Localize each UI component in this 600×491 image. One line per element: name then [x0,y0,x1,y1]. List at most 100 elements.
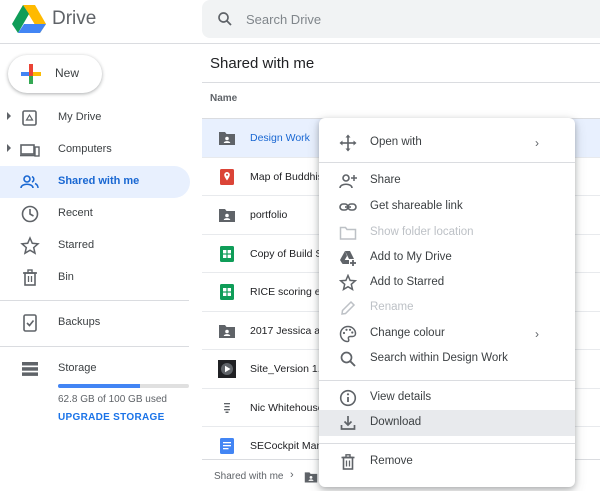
menu-item-label: Show folder location [370,226,474,238]
doc-icon [220,438,234,455]
open-with-icon [339,134,357,152]
app-name: Drive [52,8,97,29]
file-name: RICE scoring ex [250,286,320,299]
menu-item-label: View details [370,391,432,403]
search-icon [340,351,356,367]
shared-folder-icon [219,324,235,338]
menu-item-change-colour[interactable]: Change colour › [319,321,575,347]
share-person-icon [339,174,357,189]
file-name: 2017 Jessica a [250,324,320,337]
sidebar-item-shared-with-me[interactable]: Shared with me [0,166,190,198]
sidebar-item-backups[interactable]: Backups [0,307,190,339]
pencil-icon [341,300,356,315]
sheet-icon [220,284,234,301]
context-menu: Open with › Share Get shareable link Sho… [319,118,575,487]
new-button-label: New [55,66,80,80]
file-icon [224,402,230,413]
breadcrumb-root[interactable]: Shared with me [214,471,283,482]
menu-item-download[interactable]: Download [319,410,575,436]
backups-icon [23,314,37,332]
menu-item-label: Add to My Drive [370,251,452,263]
page-title: Shared with me [210,55,315,72]
sidebar-item-bin[interactable]: Bin [0,262,190,294]
menu-item-view-details[interactable]: View details [319,385,575,411]
top-bar: Drive [0,0,600,44]
menu-item-label: Add to Starred [370,276,445,288]
menu-item-label: Search within Design Work [370,352,508,364]
menu-separator [319,443,575,444]
shared-folder-icon[interactable] [304,470,318,484]
clock-icon [21,205,39,223]
file-name: Map of Buddhis [250,170,320,183]
upgrade-storage-link[interactable]: UPGRADE STORAGE [58,412,165,423]
info-icon [339,389,357,407]
menu-item-label: Remove [370,455,413,467]
storage-usage-text: 62.8 GB of 100 GB used [58,394,167,405]
sidebar-item-label: Backups [58,316,101,328]
menu-item-label: Change colour [370,327,445,339]
expand-arrow-icon[interactable] [7,112,11,120]
menu-item-label: Get shareable link [370,200,463,212]
menu-item-get-shareable-link[interactable]: Get shareable link [319,194,575,220]
menu-item-label: Open with [370,136,422,148]
search-icon[interactable] [216,10,234,28]
file-name: Design Work [250,132,310,145]
add-to-drive-icon [340,251,356,266]
new-button[interactable]: New [8,55,102,93]
shared-with-me-icon [20,175,39,189]
column-header-name[interactable]: Name [210,93,237,104]
file-name: Site_Version 1. [250,363,320,376]
sidebar-item-starred[interactable]: Starred [0,230,190,262]
sidebar-item-recent[interactable]: Recent [0,198,190,230]
drive-logo-icon[interactable] [12,4,46,34]
palette-icon [339,325,357,343]
link-icon [339,203,357,211]
video-icon [218,360,236,379]
sidebar-item-label: Bin [58,271,74,283]
menu-separator [319,162,575,163]
expand-arrow-icon[interactable] [7,144,11,152]
menu-item-add-to-starred[interactable]: Add to Starred [319,270,575,296]
storage-usage-fill [58,384,141,388]
shared-folder-icon [219,132,235,146]
my-drive-icon [22,110,37,126]
computers-icon [20,144,40,157]
submenu-arrow-icon: › [535,136,539,150]
sidebar-item-storage[interactable]: Storage [0,353,190,385]
sidebar-item-label: My Drive [58,111,102,123]
map-icon [220,168,234,185]
submenu-arrow-icon: › [535,327,539,341]
sheet-icon [220,245,234,262]
sidebar-item-label: Storage [58,362,97,374]
star-icon [20,236,40,255]
storage-icon [22,362,38,376]
menu-item-rename[interactable]: Rename [319,295,575,321]
file-name: SECockpit Man [250,440,320,453]
sidebar-item-label: Starred [58,239,95,251]
menu-item-remove[interactable]: Remove [319,449,575,475]
sidebar-item-computers[interactable]: Computers [0,134,190,166]
trash-icon [23,269,37,286]
menu-item-search-within[interactable]: Search within Design Work [319,346,575,372]
file-name: Copy of Build S [250,247,320,260]
sidebar-item-label: Recent [58,207,93,219]
sidebar-item-my-drive[interactable]: My Drive [0,102,190,134]
menu-separator [319,380,575,381]
breadcrumb-separator: › [290,469,294,481]
download-icon [340,416,356,430]
star-outline-icon [339,274,357,291]
menu-item-share[interactable]: Share [319,168,575,194]
plus-color-icon [21,64,41,84]
menu-item-open-with[interactable]: Open with › [319,130,575,156]
menu-item-label: Rename [370,301,414,313]
menu-item-label: Share [370,174,401,186]
menu-item-show-folder-location[interactable]: Show folder location [319,220,575,246]
sidebar-divider [0,346,189,347]
search-input[interactable] [246,9,546,29]
storage-usage-bar [58,384,189,388]
file-name: portfolio [250,209,288,222]
shared-folder-icon [219,209,235,223]
menu-item-add-to-my-drive[interactable]: Add to My Drive [319,245,575,271]
menu-item-label: Download [370,416,422,428]
search-box[interactable] [202,0,600,38]
